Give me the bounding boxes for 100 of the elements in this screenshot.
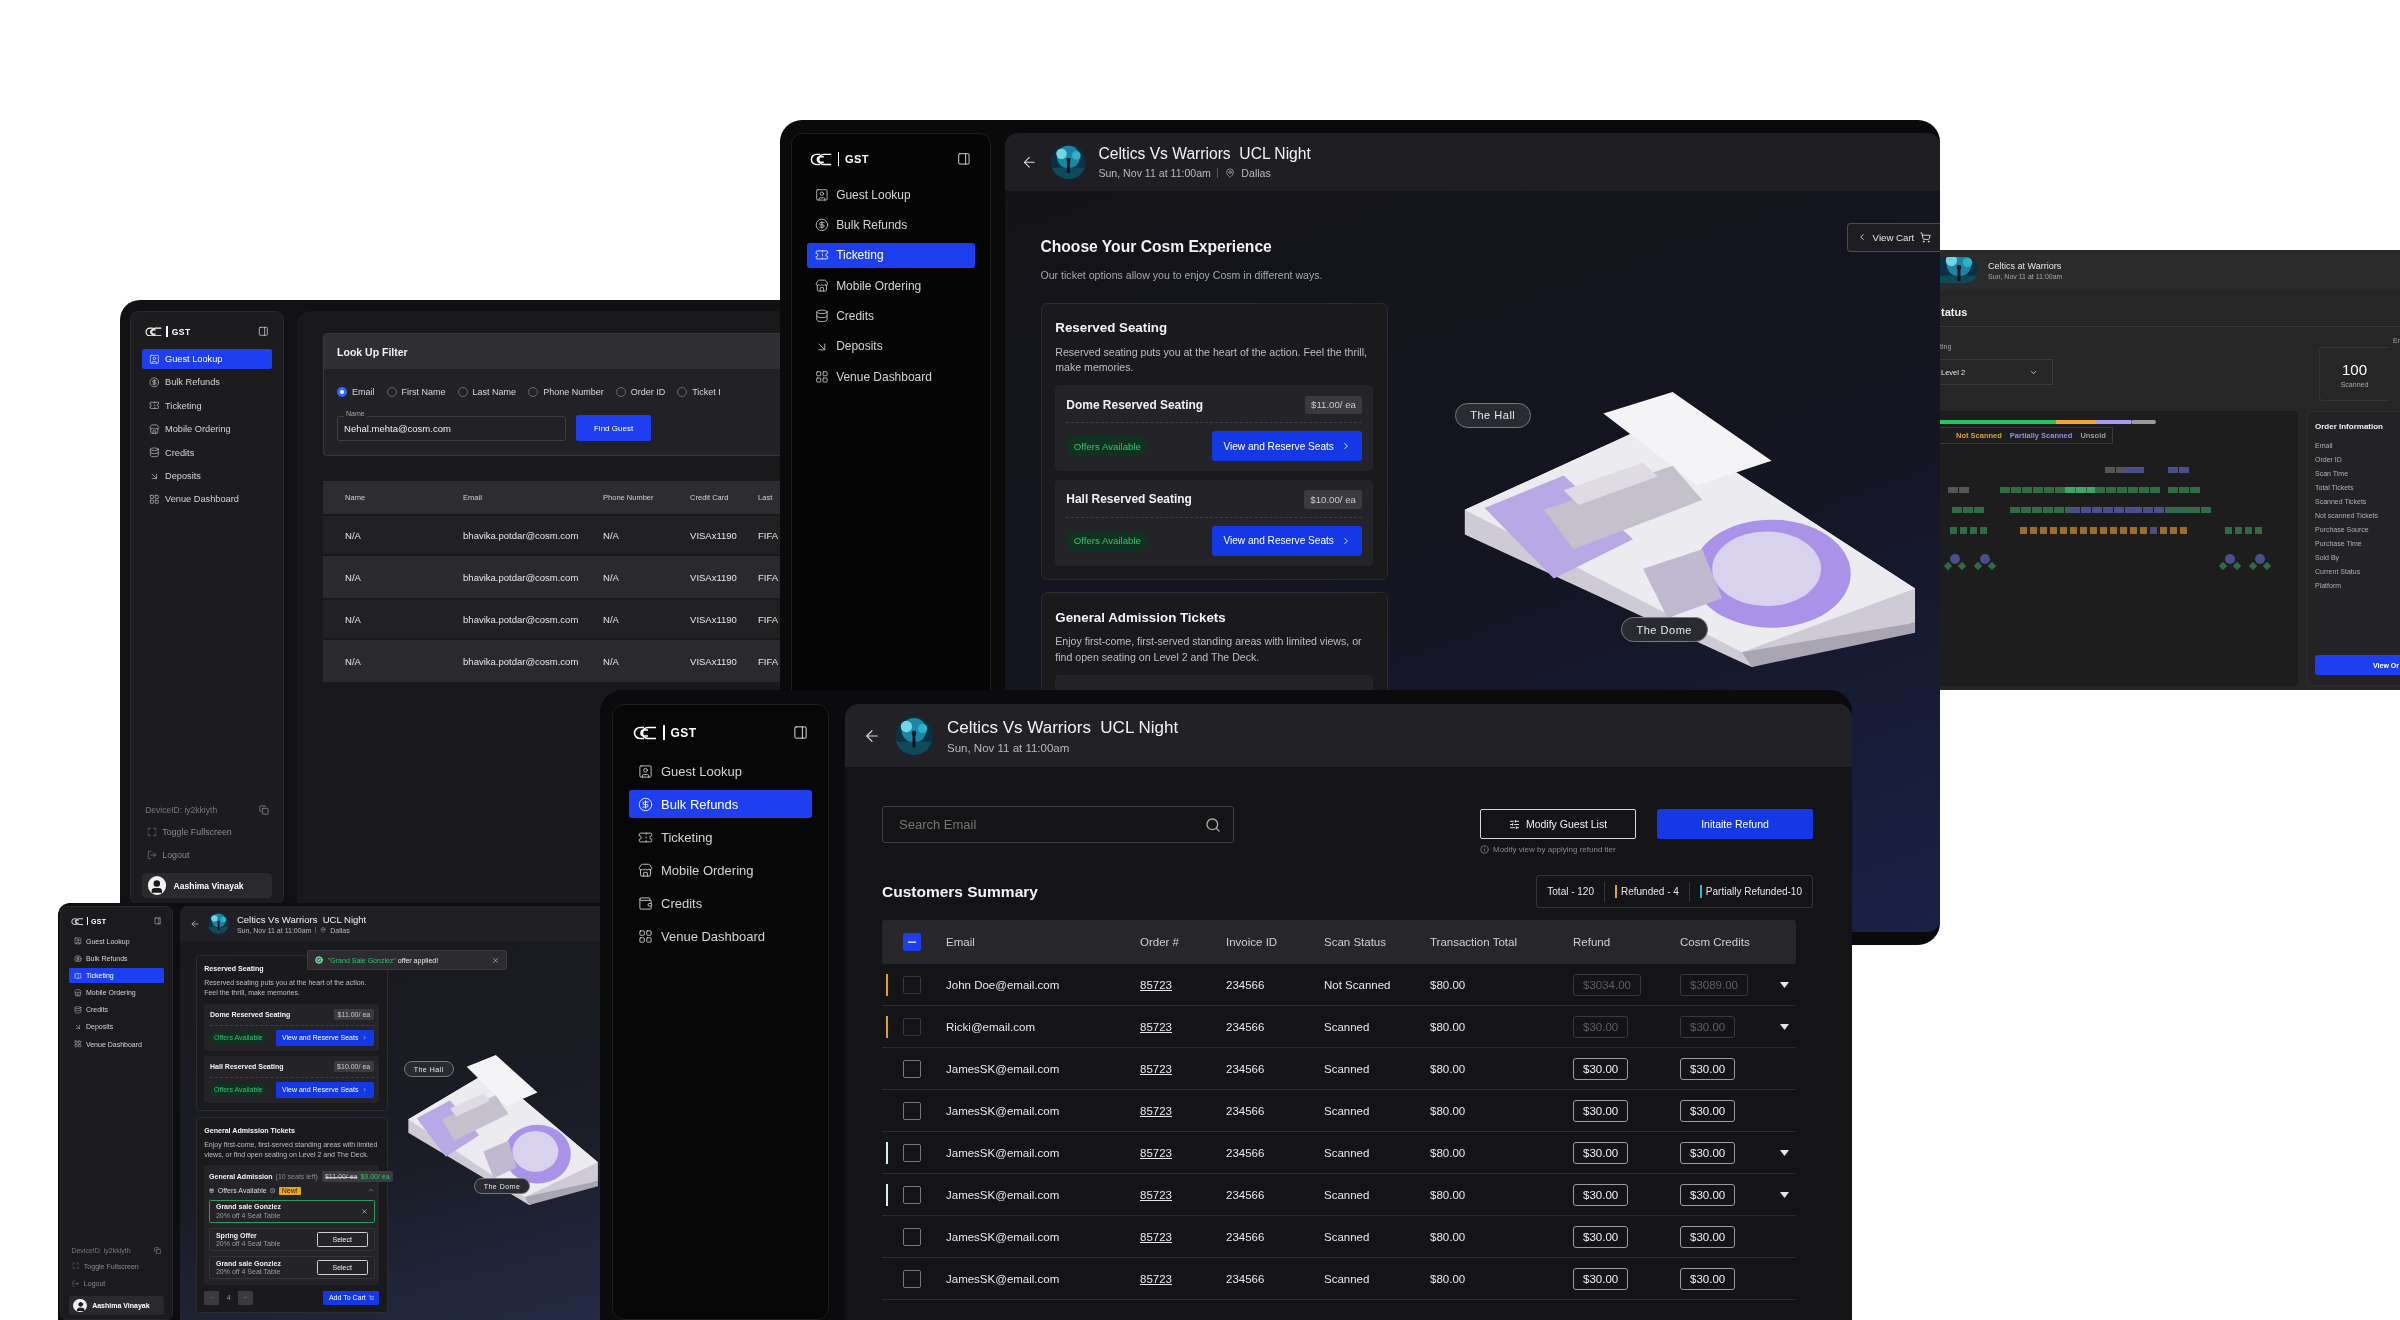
table-row[interactable]: N/A bhavika.potdar@cosm.com N/A VISAx1190 FIFA	[323, 600, 780, 638]
device-id: DeviceID: iy2kkiyth	[145, 805, 218, 816]
nav-item[interactable]: Deposits	[142, 466, 272, 486]
select-all-checkbox[interactable]	[903, 933, 921, 951]
nav-item[interactable]: Venue Dashboard	[142, 489, 272, 510]
table-row[interactable]: N/A bhavika.potdar@cosm.com N/A VISAx1190 FIFA	[323, 516, 780, 554]
table-row[interactable]: JamesSK@email.com 85723 234566 Scanned $80.00 $30.00 $30.00	[882, 1216, 1796, 1258]
credits-amount-field[interactable]: $30.00	[1680, 1183, 1736, 1206]
table-row[interactable]: JamesSK@email.com 85723 234566 Scanned $80.00 $30.00 $30.00	[882, 1132, 1796, 1174]
radio-option[interactable]: Phone Number	[528, 387, 604, 397]
collapse-icon[interactable]	[793, 725, 808, 740]
reserve-button[interactable]: View and Reserve Seats	[1212, 431, 1363, 461]
event-title: Celtics at Warriors	[1988, 260, 2063, 271]
credits-amount-field[interactable]: $30.00	[1680, 1225, 1736, 1248]
user-card[interactable]: Aashima Vinayak	[142, 872, 272, 899]
order-link[interactable]: 85723	[1140, 1230, 1172, 1243]
collapse-icon[interactable]	[258, 326, 269, 337]
event-date: Sun, Nov 11 at 11:00am	[947, 741, 1070, 754]
table-row[interactable]: JamesSK@email.com 85723 234566 Scanned $80.00 $30.00 $30.00	[882, 1090, 1796, 1132]
stat-label: Total - 120	[1547, 886, 1594, 897]
refund-amount-field[interactable]: $30.00	[1573, 1225, 1629, 1248]
reserve-button[interactable]: View and Reserve Seats	[1212, 526, 1363, 556]
nav-item[interactable]: Bulk Refunds	[142, 372, 272, 393]
table-row[interactable]: JamesSK@email.com 85723 234566 Scanned $80.00 $30.00 $30.00	[882, 1258, 1796, 1300]
back-icon[interactable]	[189, 918, 200, 929]
dollar-circle-icon	[148, 376, 160, 388]
refund-amount-field[interactable]: $30.00	[1573, 1057, 1629, 1080]
close-icon[interactable]	[491, 956, 499, 964]
footer-link[interactable]: Logout	[142, 845, 272, 865]
nav-item[interactable]: Ticketing	[142, 395, 272, 416]
nav-item[interactable]: Deposits	[806, 333, 975, 360]
row-checkbox[interactable]	[903, 1269, 921, 1288]
price-tag: $10.00/ ea	[1303, 490, 1363, 509]
order-link[interactable]: 85723	[1140, 1146, 1172, 1159]
logo-icon	[145, 326, 163, 337]
caret-icon[interactable]	[1780, 1149, 1789, 1156]
nav-item[interactable]: Ticketing	[806, 242, 975, 269]
radio-option[interactable]: First Name	[386, 387, 446, 397]
nav-item[interactable]: Ticketing	[629, 823, 812, 851]
collapse-icon[interactable]	[957, 152, 972, 167]
order-link[interactable]: 85723	[1140, 1188, 1172, 1201]
logout-icon	[72, 1279, 80, 1287]
area-label[interactable]: The Dome	[1620, 617, 1708, 643]
nav-item[interactable]: Guest Lookup	[142, 348, 272, 369]
name-input[interactable]: Nehal.mehta@cosm.com	[338, 416, 566, 440]
refund-amount-field[interactable]: $30.00	[1573, 1183, 1629, 1206]
view-cart-button[interactable]: View Cart	[1846, 223, 1940, 252]
nav-item[interactable]: Venue Dashboard	[806, 363, 975, 390]
nav-item[interactable]: Guest Lookup	[629, 757, 812, 785]
column-header: Cosm Credits	[1680, 936, 1751, 948]
row-checkbox[interactable]	[903, 1059, 921, 1078]
table-row[interactable]: JamesSK@email.com 85723 234566 Scanned $80.00 $30.00 $30.00	[882, 1048, 1796, 1090]
nav-item[interactable]: Credits	[629, 889, 812, 917]
refund-amount-field[interactable]: $30.00	[1573, 1267, 1629, 1290]
nav-item[interactable]: Bulk Refunds	[629, 790, 812, 818]
table-row[interactable]: JamesSK@email.com 85723 234566 Scanned $80.00 $30.00 $30.00	[882, 1174, 1796, 1216]
nav-item[interactable]: Mobile Ordering	[142, 419, 272, 440]
radio-option[interactable]: Ticket I	[677, 387, 721, 397]
find-guest-button[interactable]: Find Guest	[576, 415, 652, 441]
store-icon	[74, 988, 82, 997]
column-header: Refund	[1573, 936, 1612, 948]
row-checkbox[interactable]	[903, 1227, 921, 1246]
footer-link[interactable]: Toggle Fullscreen	[142, 821, 272, 842]
database-icon	[148, 447, 160, 458]
credits-amount-field[interactable]: $30.00	[1680, 1057, 1736, 1080]
radio-option[interactable]: Order ID	[615, 387, 666, 397]
refund-amount-field[interactable]: $30.00	[1573, 1141, 1629, 1164]
info-icon	[270, 1187, 276, 1194]
nav-item[interactable]: Bulk Refunds	[806, 212, 975, 238]
radio-option[interactable]: Last Name	[457, 387, 517, 397]
order-link[interactable]: 85723	[1140, 1062, 1172, 1075]
column-header: Order #	[1140, 936, 1180, 948]
credits-amount-field[interactable]: $30.00	[1680, 1267, 1736, 1290]
nav-item[interactable]: Credits	[142, 442, 272, 463]
copy-icon[interactable]	[258, 805, 269, 816]
nav-item[interactable]: Mobile Ordering	[629, 856, 812, 884]
caret-icon[interactable]	[1780, 1191, 1789, 1198]
nav-item[interactable]: Venue Dashboard	[629, 922, 812, 950]
credits-amount-field[interactable]: $30.00	[1680, 1141, 1736, 1164]
order-link[interactable]: 85723	[1140, 1104, 1172, 1117]
credits-amount-field[interactable]: $30.00	[1680, 1099, 1736, 1122]
row-checkbox[interactable]	[903, 1185, 921, 1204]
table-row[interactable]: N/A bhavika.potdar@cosm.com N/A VISAx1190 FIFA	[323, 556, 780, 598]
table-row[interactable]: N/A bhavika.potdar@cosm.com N/A VISAx1190 FIFA	[323, 640, 780, 682]
nav-item[interactable]: Credits	[806, 303, 975, 329]
table-cell: Scanned	[1324, 1272, 1370, 1285]
row-checkbox[interactable]	[903, 1101, 921, 1120]
modify-guest-list-button[interactable]: Modify Guest List	[1480, 809, 1636, 839]
area-label[interactable]: The Hall	[1454, 402, 1531, 428]
refund-amount-field[interactable]: $30.00	[1573, 1099, 1629, 1122]
order-link[interactable]: 85723	[1140, 1272, 1172, 1285]
logo-icon	[71, 917, 84, 925]
radio-option[interactable]: Email	[337, 387, 375, 397]
copy-icon[interactable]	[154, 1246, 162, 1255]
row-checkbox[interactable]	[903, 1143, 921, 1162]
nav-item[interactable]: Mobile Ordering	[806, 272, 975, 299]
close-icon[interactable]	[360, 1207, 368, 1215]
fullscreen-icon	[72, 1262, 80, 1270]
initiate-refund-button[interactable]: Initaite Refund	[1657, 809, 1813, 839]
nav-item[interactable]: Guest Lookup	[806, 181, 975, 208]
